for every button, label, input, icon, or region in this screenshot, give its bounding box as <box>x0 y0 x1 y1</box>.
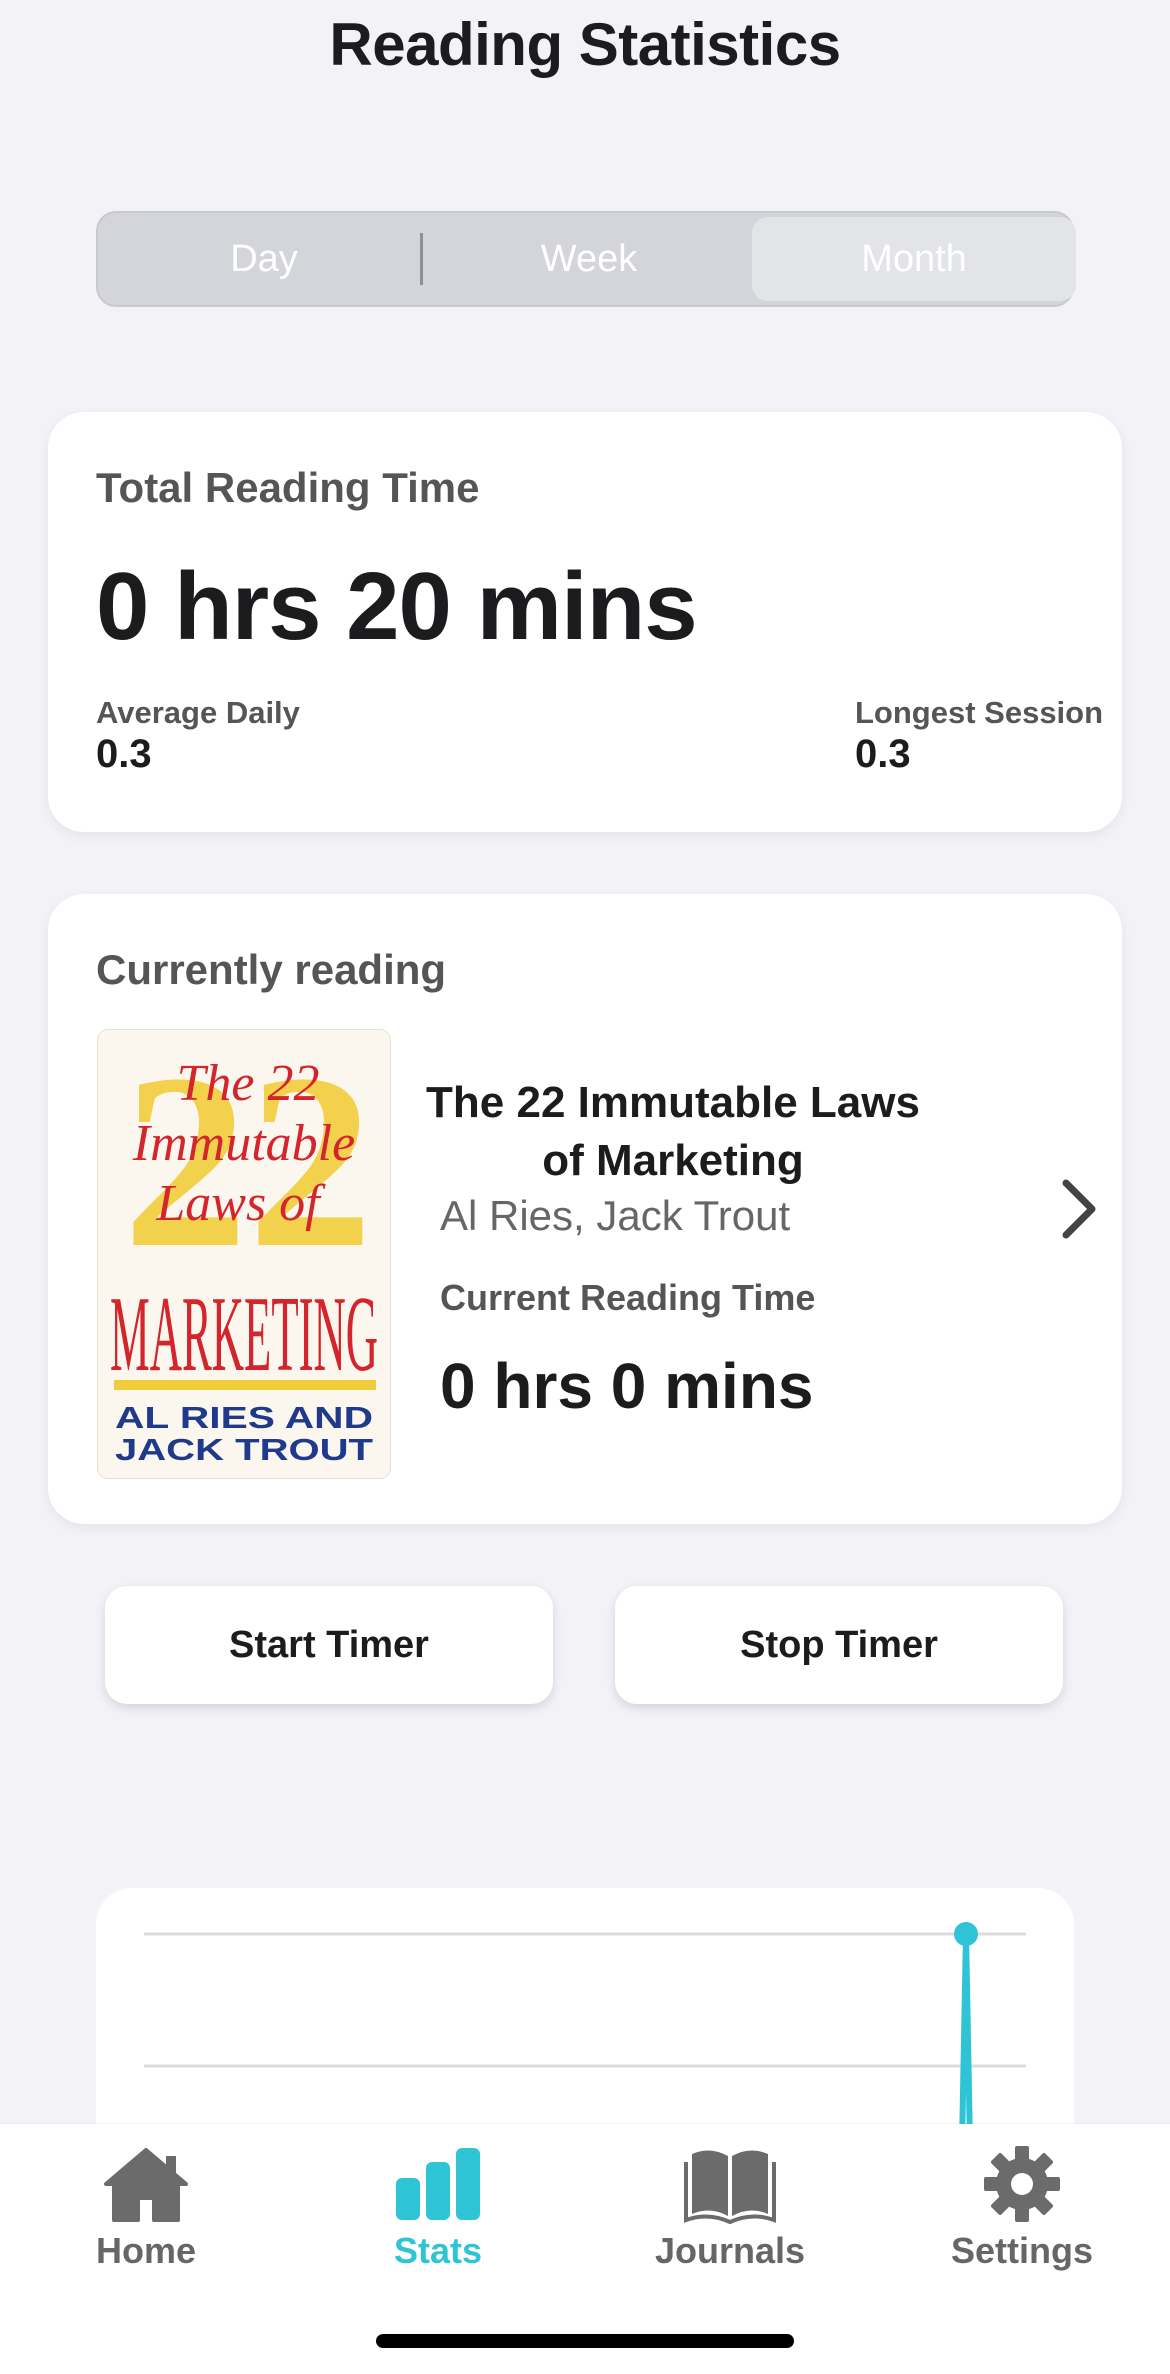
average-daily-value: 0.3 <box>96 732 152 776</box>
total-reading-label: Total Reading Time <box>96 464 480 511</box>
cover-marketing: MARKETING <box>110 1275 378 1394</box>
current-reading-time-label: Current Reading Time <box>440 1277 816 1318</box>
chevron-right-icon[interactable] <box>1048 1169 1108 1249</box>
cover-line-3: Laws of <box>155 1175 326 1232</box>
tab-journals[interactable]: Journals <box>584 2144 876 2272</box>
tab-settings[interactable]: Settings <box>876 2144 1168 2272</box>
segment-month[interactable]: Month <box>752 217 1076 301</box>
book-author: Al Ries, Jack Trout <box>440 1192 791 1239</box>
page-title: Reading Statistics <box>329 11 841 78</box>
segment-day[interactable]: Day <box>102 217 426 301</box>
stop-timer-button[interactable]: Stop Timer <box>615 1586 1063 1704</box>
chart-point <box>954 1922 978 1946</box>
tab-settings-label: Settings <box>950 2230 1093 2271</box>
start-timer-button[interactable]: Start Timer <box>105 1586 553 1704</box>
current-reading-time-value: 0 hrs 0 mins <box>440 1350 814 1422</box>
segment-week[interactable]: Week <box>427 217 751 301</box>
home-indicator <box>376 2334 794 2348</box>
cover-line-2: Immutable <box>132 1115 355 1172</box>
tab-stats[interactable]: Stats <box>292 2144 584 2272</box>
tab-home-label: Home <box>95 2230 197 2271</box>
cover-line-1: The 22 <box>177 1055 320 1112</box>
currently-reading-card[interactable]: Currently reading 22 The 22 Immutable La… <box>48 894 1122 1524</box>
total-reading-card: Total Reading Time 0 hrs 20 mins Average… <box>48 412 1122 832</box>
longest-session-value: 0.3 <box>855 732 911 776</box>
period-segmented-control[interactable]: Day Week Month <box>96 211 1076 307</box>
house-icon <box>104 2148 188 2222</box>
tab-home[interactable]: Home <box>0 2144 292 2272</box>
book-open-icon <box>684 2150 776 2224</box>
longest-session-label: Longest Session <box>855 695 1104 730</box>
gear-icon <box>984 2146 1060 2222</box>
segment-divider <box>420 233 423 285</box>
book-title: The 22 Immutable Laws of Marketing <box>426 1078 920 1185</box>
bar-chart-icon <box>396 2148 480 2220</box>
cover-authors-2: JACK TROUT <box>115 1432 373 1467</box>
total-reading-value: 0 hrs 20 mins <box>96 553 698 660</box>
tab-stats-label: Stats <box>393 2230 483 2271</box>
book-cover: 22 The 22 Immutable Laws of MARKETING AL… <box>98 1030 390 1478</box>
cover-authors-1: AL RIES AND <box>115 1400 373 1435</box>
average-daily-label: Average Daily <box>96 695 300 730</box>
currently-reading-label: Currently reading <box>96 946 447 993</box>
tab-journals-label: Journals <box>654 2230 806 2271</box>
